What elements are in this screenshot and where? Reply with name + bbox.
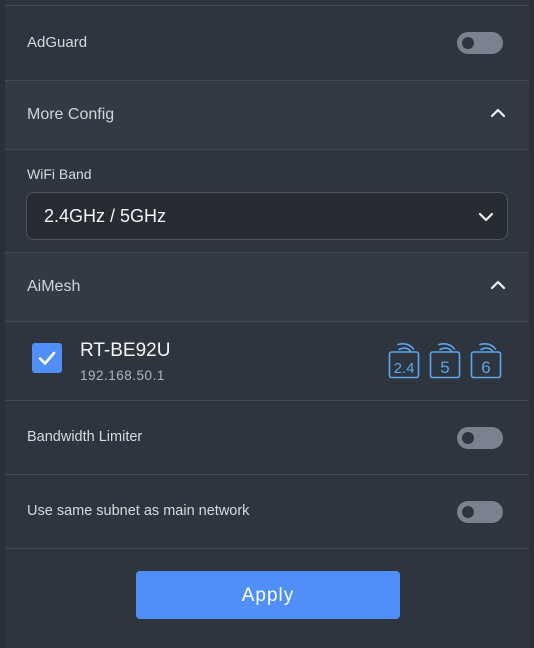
- chevron-down-icon: [478, 212, 494, 222]
- band-6-text: 6: [481, 358, 490, 377]
- checkmark-icon: [38, 351, 56, 365]
- band-5ghz-icon: 5: [429, 343, 461, 379]
- node-ip: 192.168.50.1: [80, 368, 165, 383]
- toggle-knob: [462, 432, 474, 444]
- toggle-knob: [462, 37, 474, 49]
- aimesh-header[interactable]: AiMesh: [5, 253, 529, 322]
- toggle-knob: [462, 506, 474, 518]
- chevron-up-icon[interactable]: [487, 102, 509, 124]
- wifi-band-label: WiFi Band: [27, 166, 92, 182]
- band-5-text: 5: [440, 358, 449, 377]
- same-subnet-row: Use same subnet as main network: [5, 475, 529, 549]
- adguard-row: AdGuard: [5, 6, 529, 81]
- bandwidth-limiter-toggle[interactable]: [457, 427, 503, 449]
- node-name: RT-BE92U: [80, 340, 171, 361]
- more-config-title: More Config: [27, 106, 115, 123]
- bandwidth-limiter-label: Bandwidth Limiter: [27, 429, 143, 445]
- wifi-band-select[interactable]: 2.4GHz / 5GHz: [26, 192, 508, 240]
- apply-button[interactable]: Apply: [136, 571, 400, 619]
- aimesh-title: AiMesh: [27, 278, 81, 295]
- wifi-band-value: 2.4GHz / 5GHz: [44, 206, 167, 226]
- settings-panel: AdGuard More Config WiFi Band 2.4GHz / 5…: [5, 0, 529, 648]
- adguard-label: AdGuard: [27, 34, 88, 51]
- adguard-toggle[interactable]: [457, 32, 503, 54]
- bandwidth-limiter-row: Bandwidth Limiter: [5, 401, 529, 475]
- same-subnet-toggle[interactable]: [457, 501, 503, 523]
- chevron-up-icon[interactable]: [487, 274, 509, 296]
- band-6ghz-icon: 6: [470, 343, 502, 379]
- node-checkbox[interactable]: [32, 343, 62, 373]
- band-2-4-text: 2.4: [394, 360, 415, 377]
- more-config-header[interactable]: More Config: [5, 81, 529, 150]
- band-2-4ghz-icon: 2.4: [388, 343, 420, 379]
- same-subnet-label: Use same subnet as main network: [27, 503, 250, 519]
